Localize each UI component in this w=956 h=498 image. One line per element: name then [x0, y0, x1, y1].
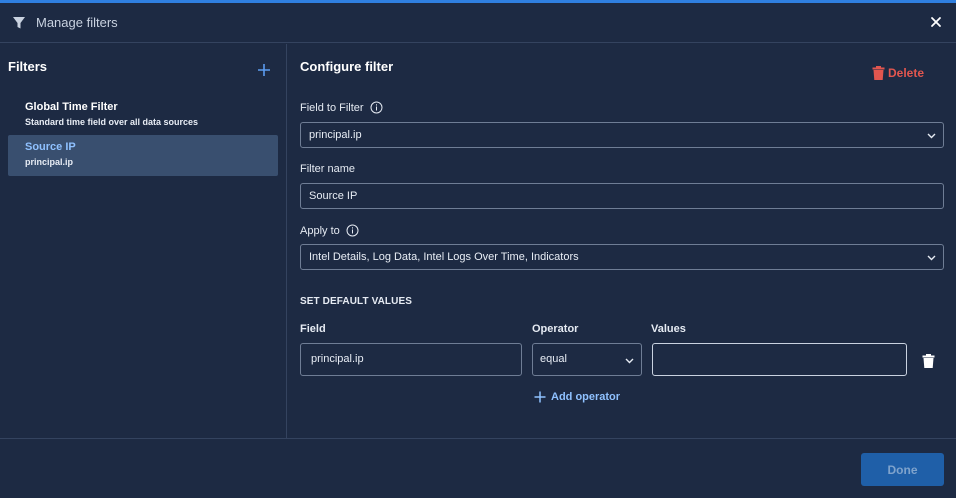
- dialog-title: Manage filters: [36, 15, 118, 30]
- plus-icon: [534, 391, 546, 403]
- filter-item-description: principal.ip: [25, 157, 74, 167]
- delete-filter-button[interactable]: Delete: [872, 66, 924, 80]
- add-operator-button[interactable]: Add operator: [534, 391, 620, 403]
- done-button[interactable]: Done: [861, 453, 944, 486]
- field-to-filter-label: Field to Filter: [300, 101, 383, 114]
- filter-name-value: Source IP: [309, 190, 358, 202]
- info-icon[interactable]: [346, 224, 359, 237]
- panel-title: Configure filter: [300, 59, 394, 74]
- field-to-filter-value: principal.ip: [309, 129, 362, 141]
- filter-item-description: Standard time field over all data source…: [25, 117, 199, 127]
- configure-filter-panel: Configure filter Delete Field to Filter …: [288, 44, 956, 438]
- add-operator-label: Add operator: [551, 391, 621, 403]
- filter-item-source-ip[interactable]: Source IP principal.ip: [8, 135, 278, 176]
- operator-column-label: Operator: [532, 323, 579, 335]
- operator-select[interactable]: equal: [532, 343, 642, 376]
- filter-item-global-time[interactable]: Global Time Filter Standard time field o…: [8, 95, 278, 136]
- field-to-filter-select[interactable]: principal.ip: [300, 122, 944, 148]
- trash-icon[interactable]: [922, 354, 935, 368]
- values-column-label: Values: [651, 323, 686, 335]
- trash-icon: [872, 66, 885, 80]
- info-icon[interactable]: [370, 101, 383, 114]
- default-values-section-title: SET DEFAULT VALUES: [300, 296, 412, 307]
- filter-name-input[interactable]: Source IP: [300, 183, 944, 209]
- default-field-input[interactable]: principal.ip: [300, 343, 522, 376]
- filter-name-label-text: Filter name: [300, 163, 356, 175]
- sidebar-title: Filters: [8, 59, 48, 74]
- add-filter-icon[interactable]: [256, 62, 272, 78]
- apply-to-label-text: Apply to: [300, 224, 340, 237]
- operator-value: equal: [540, 353, 567, 365]
- filter-item-name: Global Time Filter: [25, 101, 118, 113]
- apply-to-label: Apply to: [300, 224, 359, 237]
- filter-icon: [13, 17, 25, 29]
- chevron-down-icon: [625, 358, 634, 364]
- apply-to-value: Intel Details, Log Data, Intel Logs Over…: [309, 251, 579, 263]
- field-to-filter-label-text: Field to Filter: [300, 101, 364, 114]
- close-icon[interactable]: [928, 14, 944, 30]
- dialog-header: Manage filters: [0, 3, 956, 43]
- chevron-down-icon: [927, 133, 936, 139]
- values-input[interactable]: [652, 343, 907, 376]
- dialog-footer: Done: [0, 438, 956, 498]
- filters-sidebar: Filters Global Time Filter Standard time…: [0, 44, 287, 438]
- delete-label: Delete: [888, 66, 925, 80]
- apply-to-select[interactable]: Intel Details, Log Data, Intel Logs Over…: [300, 244, 944, 270]
- filter-name-label: Filter name: [300, 163, 355, 175]
- chevron-down-icon: [927, 255, 936, 261]
- field-column-label: Field: [300, 323, 326, 335]
- default-field-value: principal.ip: [311, 353, 364, 365]
- filter-item-name: Source IP: [25, 141, 76, 153]
